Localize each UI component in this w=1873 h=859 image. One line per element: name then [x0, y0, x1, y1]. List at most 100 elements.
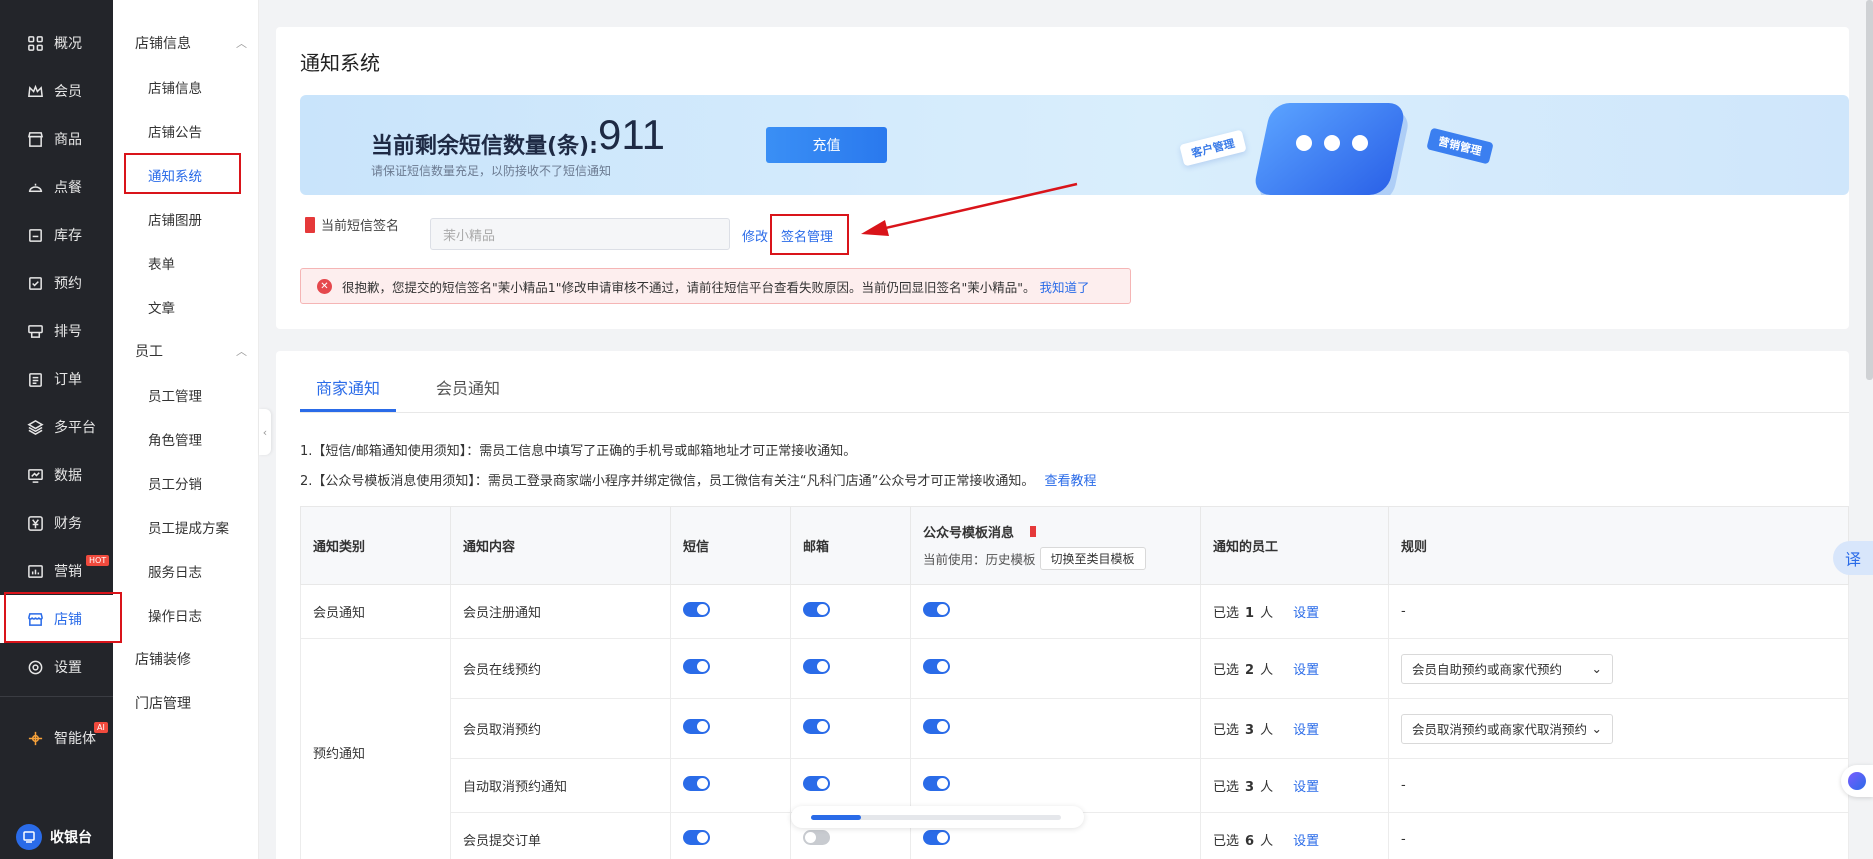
wechat-toggle[interactable] [923, 602, 950, 617]
notice-sms-email: 1.【短信/邮箱通知使用须知】：需员工信息中填写了正确的手机号或邮箱地址才可正常… [300, 444, 857, 459]
layers-icon [26, 418, 44, 436]
sms-toggle[interactable] [683, 776, 710, 791]
nav-item-multiplatform[interactable]: 多平台 [0, 403, 113, 451]
signature-row: 当前短信签名 [305, 215, 399, 234]
subnav-item-staff-manage[interactable]: 员工管理 [148, 385, 202, 405]
col-category: 通知类别 [300, 506, 451, 585]
horizontal-scrollbar[interactable] [791, 806, 1084, 828]
collapse-sidebar-button[interactable]: ‹ [259, 409, 271, 455]
tutorial-link[interactable]: 查看教程 [1045, 474, 1097, 489]
nav-label: 营销 [54, 564, 82, 580]
subnav-item-announcement[interactable]: 店铺公告 [148, 121, 202, 141]
tab-member-notice[interactable]: 会员通知 [436, 375, 500, 399]
subnav-item-commission[interactable]: 员工提成方案 [148, 517, 229, 537]
scroll-thumb[interactable] [811, 815, 861, 820]
set-staff-link[interactable]: 设置 [1293, 780, 1319, 795]
subnav-item-store-manage[interactable]: 门店管理 [135, 693, 191, 713]
set-staff-link[interactable]: 设置 [1293, 834, 1319, 849]
cell-category: 预约通知 [300, 638, 451, 859]
cell-content: 自动取消预约通知 [450, 758, 671, 813]
nav-label: 会员 [54, 84, 82, 100]
nav-item-overview[interactable]: 概况 [0, 19, 113, 67]
col-email: 邮箱 [790, 506, 911, 585]
switch-template-button[interactable]: 切换至类目模板 [1039, 546, 1146, 570]
sms-toggle[interactable] [683, 659, 710, 674]
subnav-item-album[interactable]: 店铺图册 [148, 209, 202, 229]
acknowledge-link[interactable]: 我知道了 [1039, 277, 1089, 296]
selected-prefix: 已选 [1213, 780, 1240, 795]
sms-toggle[interactable] [683, 830, 710, 845]
wechat-toggle[interactable] [923, 830, 950, 845]
assistant-button[interactable] [1841, 765, 1873, 797]
cashier-icon [16, 824, 42, 850]
email-toggle[interactable] [803, 602, 830, 617]
vertical-scrollbar[interactable] [1866, 0, 1873, 380]
recharge-button[interactable]: 充值 [766, 127, 887, 163]
marketing-tag: 营销管理 [1426, 127, 1494, 165]
selected-suffix: 人 [1260, 780, 1274, 795]
sms-tip: 请保证短信数量充足，以防接收不了短信通知 [371, 164, 612, 178]
subnav-item-role-manage[interactable]: 角色管理 [148, 429, 202, 449]
sms-toggle[interactable] [683, 719, 710, 734]
nav-label: 多平台 [54, 420, 96, 436]
wechat-toggle[interactable] [923, 776, 950, 791]
nav-item-inventory[interactable]: 库存 [0, 211, 113, 259]
cell-rule: - [1388, 758, 1849, 813]
table-row: 会员通知 会员注册通知 已选 1 人 设置 - [300, 584, 1849, 639]
cell-rule: - [1388, 584, 1849, 639]
subnav-item-form[interactable]: 表单 [148, 253, 175, 273]
set-staff-link[interactable]: 设置 [1293, 606, 1319, 621]
edit-signature-link[interactable]: 修改 [742, 226, 768, 245]
nav-divider [0, 696, 113, 697]
chevron-down-icon: ⌄ [1591, 721, 1602, 736]
email-toggle[interactable] [803, 776, 830, 791]
chevron-down-icon: ⌄ [1591, 661, 1602, 676]
rule-select[interactable]: 会员自助预约或商家代预约 ⌄ [1401, 653, 1613, 684]
subnav-group-store-info[interactable]: 店铺信息 ︿ [135, 33, 247, 53]
wechat-toggle[interactable] [923, 719, 950, 734]
nav-item-orders[interactable]: 订单 [0, 355, 113, 403]
subnav-item-service-log[interactable]: 服务日志 [148, 561, 202, 581]
signature-field[interactable]: 茉小精品 [430, 218, 730, 250]
translate-button[interactable]: 译 [1833, 541, 1873, 575]
email-toggle[interactable] [803, 830, 830, 845]
col-content: 通知内容 [450, 506, 671, 585]
selected-suffix: 人 [1260, 663, 1274, 678]
subnav-group-staff[interactable]: 员工 ︿ [135, 341, 247, 361]
selected-suffix: 人 [1260, 834, 1274, 849]
subnav-item-article[interactable]: 文章 [148, 297, 175, 317]
chevron-left-icon: ‹ [262, 425, 268, 439]
nav-item-queue[interactable]: 排号 [0, 307, 113, 355]
wechat-toggle[interactable] [923, 659, 950, 674]
subnav-item-decoration[interactable]: 店铺装修 [135, 649, 191, 669]
nav-label: 财务 [54, 516, 82, 532]
grid-icon [26, 34, 44, 52]
set-staff-link[interactable]: 设置 [1293, 723, 1319, 738]
nav-item-agent[interactable]: 智能体 AI [0, 714, 113, 762]
cell-rule: - [1388, 812, 1849, 859]
email-toggle[interactable] [803, 659, 830, 674]
subnav-item-store-info[interactable]: 店铺信息 [148, 77, 202, 97]
nav-item-member[interactable]: 会员 [0, 67, 113, 115]
page-title: 通知系统 [300, 51, 380, 75]
nav-item-data[interactable]: 数据 [0, 451, 113, 499]
rule-select[interactable]: 会员取消预约或商家代取消预约 ⌄ [1401, 713, 1613, 744]
set-staff-link[interactable]: 设置 [1293, 663, 1319, 678]
cashier-button[interactable]: 收银台 [0, 815, 113, 859]
cashier-label: 收银台 [50, 830, 92, 846]
nav-item-finance[interactable]: 财务 [0, 499, 113, 547]
group-label: 店铺信息 [135, 36, 191, 52]
nav-item-goods[interactable]: 商品 [0, 115, 113, 163]
cell-content: 会员注册通知 [450, 584, 671, 639]
nav-item-booking[interactable]: 预约 [0, 259, 113, 307]
sms-toggle[interactable] [683, 602, 710, 617]
tab-merchant-notice[interactable]: 商家通知 [316, 375, 380, 399]
nav-item-settings[interactable]: 设置 [0, 643, 113, 691]
nav-item-ordering[interactable]: 点餐 [0, 163, 113, 211]
nav-item-marketing[interactable]: 营销 HOT [0, 547, 113, 595]
rule-select-value: 会员自助预约或商家代预约 [1412, 662, 1563, 677]
subnav-item-staff-distribution[interactable]: 员工分销 [148, 473, 202, 493]
subnav-item-operation-log[interactable]: 操作日志 [148, 605, 202, 625]
email-toggle[interactable] [803, 719, 830, 734]
box-icon [26, 226, 44, 244]
